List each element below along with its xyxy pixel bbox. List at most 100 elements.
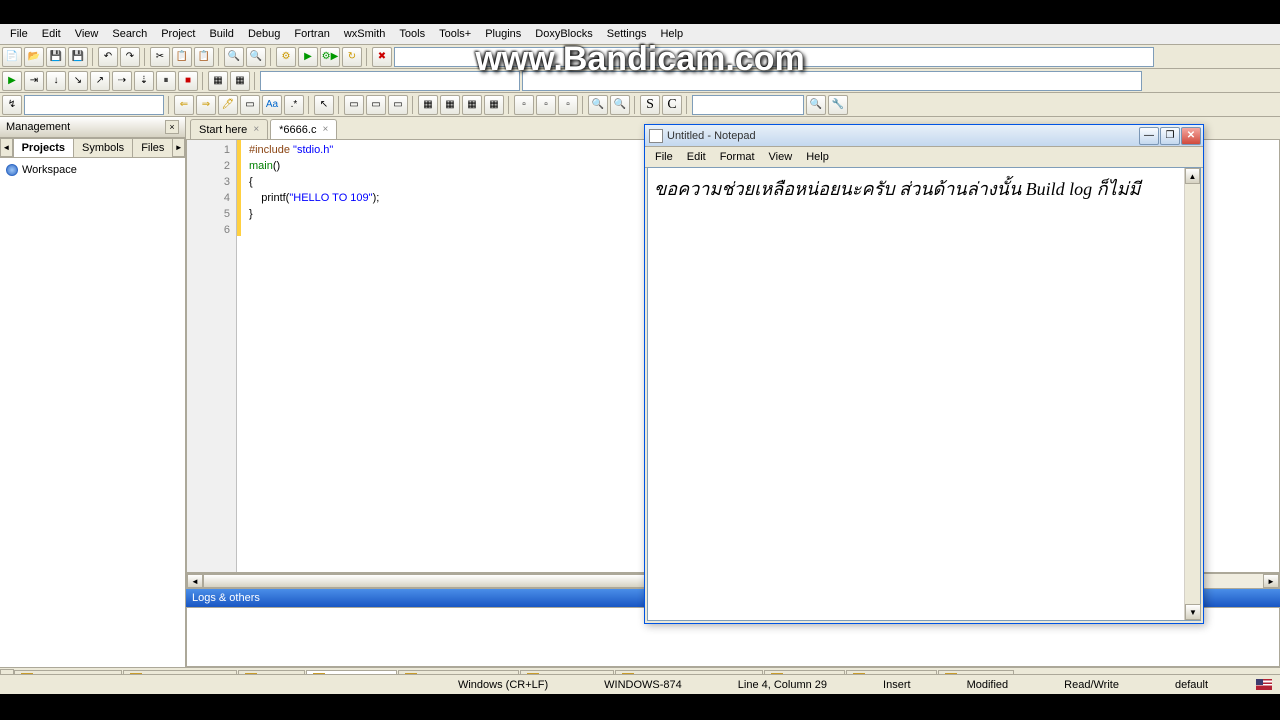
debug-continue-button[interactable]: ▶ — [2, 71, 22, 91]
cut-button[interactable]: ✂ — [150, 47, 170, 67]
abort-button[interactable]: ✖ — [372, 47, 392, 67]
open-button[interactable]: 📂 — [24, 47, 44, 67]
small1-button[interactable]: ▫ — [514, 95, 534, 115]
menu-search[interactable]: Search — [106, 26, 153, 42]
jump-button[interactable]: ↯ — [2, 95, 22, 115]
editor-tab[interactable]: Start here× — [190, 119, 268, 139]
next-line-button[interactable]: ↓ — [46, 71, 66, 91]
menu-plugins[interactable]: Plugins — [479, 26, 527, 42]
np-scroll-down[interactable]: ▼ — [1185, 604, 1201, 620]
notepad-minimize-button[interactable]: — — [1139, 127, 1159, 145]
grid4-button[interactable]: ▦ — [484, 95, 504, 115]
hscroll-right[interactable]: ► — [1263, 574, 1279, 588]
editor-tab[interactable]: *6666.c× — [270, 119, 337, 139]
symbols-tab[interactable]: Symbols — [73, 138, 133, 157]
rebuild-button[interactable]: ↻ — [342, 47, 362, 67]
save-button[interactable]: 💾 — [46, 47, 66, 67]
files-tab[interactable]: Files — [132, 138, 173, 157]
notepad-maximize-button[interactable]: ❐ — [1160, 127, 1180, 145]
replace-button[interactable]: 🔍 — [246, 47, 266, 67]
grid1-button[interactable]: ▦ — [418, 95, 438, 115]
zoom-out-button[interactable]: 🔍 — [610, 95, 630, 115]
notepad-window[interactable]: Untitled - Notepad — ❐ ✕ FileEditFormatV… — [644, 124, 1204, 624]
notepad-menu-format[interactable]: Format — [714, 149, 761, 165]
run-to-cursor-button[interactable]: ⇥ — [24, 71, 44, 91]
menu-view[interactable]: View — [69, 26, 105, 42]
notepad-titlebar[interactable]: Untitled - Notepad — ❐ ✕ — [645, 125, 1203, 147]
search-field[interactable] — [692, 95, 804, 115]
mgmt-nav-right[interactable]: ► — [172, 138, 185, 157]
various-info-button[interactable]: ▦ — [230, 71, 250, 91]
workspace-item[interactable]: Workspace — [4, 162, 181, 178]
new-file-button[interactable]: 📄 — [2, 47, 22, 67]
small2-button[interactable]: ▫ — [536, 95, 556, 115]
select-button[interactable]: ▭ — [240, 95, 260, 115]
menu-tools+[interactable]: Tools+ — [433, 26, 477, 42]
break-button[interactable]: ⏸ — [156, 71, 176, 91]
find-button[interactable]: 🔍 — [224, 47, 244, 67]
paste-button[interactable]: 📋 — [194, 47, 214, 67]
symbol-combo[interactable] — [24, 95, 164, 115]
run-button[interactable]: ▶ — [298, 47, 318, 67]
notepad-menu-help[interactable]: Help — [800, 149, 835, 165]
menu-build[interactable]: Build — [203, 26, 239, 42]
build-target-combo[interactable] — [394, 47, 1154, 67]
pointer-button[interactable]: ↖ — [314, 95, 334, 115]
c-button[interactable]: C — [662, 95, 682, 115]
menu-tools[interactable]: Tools — [393, 26, 431, 42]
zoom-in-button[interactable]: 🔍 — [588, 95, 608, 115]
notepad-close-button[interactable]: ✕ — [1181, 127, 1201, 145]
menu-fortran[interactable]: Fortran — [288, 26, 335, 42]
menu-wxsmith[interactable]: wxSmith — [338, 26, 392, 42]
highlight-button[interactable]: 🖊 — [218, 95, 238, 115]
editor-tab-close[interactable]: × — [322, 124, 328, 135]
notepad-vscrollbar[interactable]: ▲ ▼ — [1184, 168, 1200, 620]
box2-button[interactable]: ▭ — [366, 95, 386, 115]
menu-project[interactable]: Project — [155, 26, 201, 42]
debug-windows-button[interactable]: ▦ — [208, 71, 228, 91]
mgmt-nav-left[interactable]: ◄ — [0, 138, 13, 157]
build-run-button[interactable]: ⚙▶ — [320, 47, 340, 67]
next-button[interactable]: ⇒ — [196, 95, 216, 115]
np-scroll-up[interactable]: ▲ — [1185, 168, 1200, 184]
language-flag-icon[interactable] — [1256, 679, 1272, 690]
next-instr-button[interactable]: ⇢ — [112, 71, 132, 91]
notepad-menu-view[interactable]: View — [763, 149, 799, 165]
menu-settings[interactable]: Settings — [601, 26, 653, 42]
notepad-menu-file[interactable]: File — [649, 149, 679, 165]
search-combo[interactable] — [522, 71, 1142, 91]
menu-help[interactable]: Help — [654, 26, 689, 42]
menu-file[interactable]: File — [4, 26, 34, 42]
step-out-button[interactable]: ↗ — [90, 71, 110, 91]
projects-tab[interactable]: Projects — [13, 138, 74, 157]
build-button[interactable]: ⚙ — [276, 47, 296, 67]
hscroll-left[interactable]: ◄ — [187, 574, 203, 588]
case-button[interactable]: Aa — [262, 95, 282, 115]
undo-button[interactable]: ↶ — [98, 47, 118, 67]
prev-button[interactable]: ⇐ — [174, 95, 194, 115]
search-go-button[interactable]: 🔍 — [806, 95, 826, 115]
small3-button[interactable]: ▫ — [558, 95, 578, 115]
box3-button[interactable]: ▭ — [388, 95, 408, 115]
redo-button[interactable]: ↷ — [120, 47, 140, 67]
copy-button[interactable]: 📋 — [172, 47, 192, 67]
regex-button[interactable]: .* — [284, 95, 304, 115]
menu-edit[interactable]: Edit — [36, 26, 67, 42]
notepad-menu-edit[interactable]: Edit — [681, 149, 712, 165]
s-button[interactable]: S — [640, 95, 660, 115]
menu-doxyblocks[interactable]: DoxyBlocks — [529, 26, 598, 42]
project-tree[interactable]: Workspace — [0, 158, 185, 667]
editor-tab-close[interactable]: × — [253, 124, 259, 135]
grid3-button[interactable]: ▦ — [462, 95, 482, 115]
step-into-button[interactable]: ↘ — [68, 71, 88, 91]
menu-debug[interactable]: Debug — [242, 26, 286, 42]
stop-button[interactable]: ■ — [178, 71, 198, 91]
box1-button[interactable]: ▭ — [344, 95, 364, 115]
step-instr-button[interactable]: ⇣ — [134, 71, 154, 91]
compiler-combo[interactable] — [260, 71, 520, 91]
save-all-button[interactable]: 💾 — [68, 47, 88, 67]
grid2-button[interactable]: ▦ — [440, 95, 460, 115]
management-close-button[interactable]: × — [165, 120, 179, 134]
settings-button[interactable]: 🔧 — [828, 95, 848, 115]
notepad-textarea[interactable]: ขอความช่วยเหลือหน่อยนะครับ ส่วนด้านล่างน… — [648, 168, 1184, 620]
